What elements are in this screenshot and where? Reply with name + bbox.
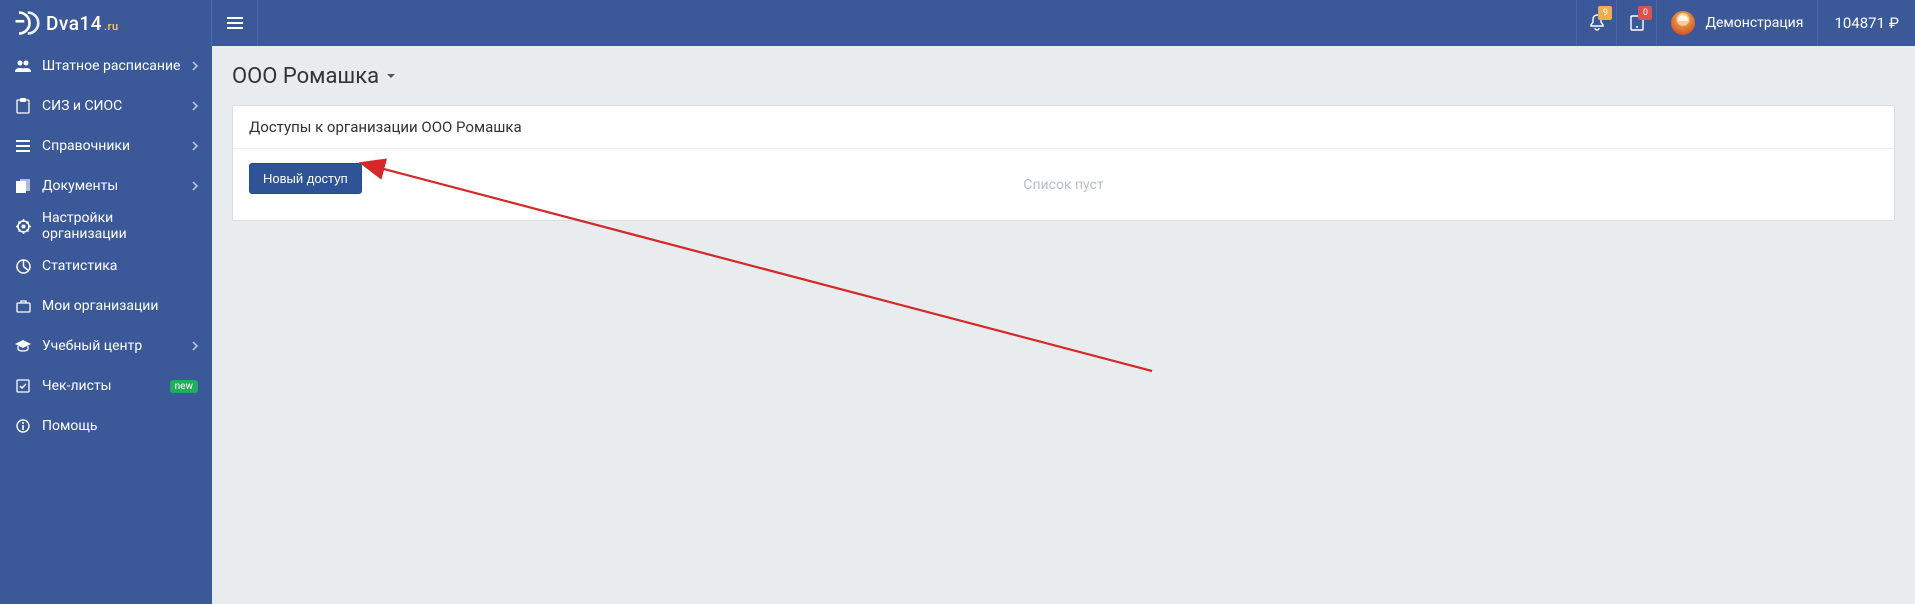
logo-icon: [12, 9, 40, 37]
sidebar-item-my-orgs[interactable]: Мои организации: [0, 286, 212, 326]
empty-list-text: Список пуст: [233, 177, 1894, 193]
sidebar-item-org-settings[interactable]: Настройки организации: [0, 206, 212, 246]
chevron-right-icon: [192, 141, 198, 151]
sidebar-item-help[interactable]: Помощь: [0, 406, 212, 446]
new-badge: new: [170, 380, 198, 393]
list-icon: [14, 137, 32, 155]
title-dropdown[interactable]: [387, 74, 395, 79]
sidebar-item-label: Статистика: [42, 258, 198, 274]
page-title: ООО Ромашка: [232, 64, 379, 89]
logo[interactable]: Dva14.ru: [0, 0, 212, 46]
sidebar-item-label: Мои организации: [42, 298, 198, 314]
sidebar: Штатное расписание СИЗ и СИОС Справочник…: [0, 46, 212, 604]
briefcase-icon: [14, 297, 32, 315]
card-body: Новый доступ Список пуст: [233, 149, 1894, 220]
documents-icon: [14, 177, 32, 195]
notifications-button[interactable]: 9: [1576, 0, 1616, 46]
notifications-badge: 9: [1598, 6, 1612, 20]
sidebar-item-label: Настройки организации: [42, 210, 198, 242]
sidebar-item-documents[interactable]: Документы: [0, 166, 212, 206]
sidebar-item-label: СИЗ и СИОС: [42, 98, 192, 114]
sidebar-item-label: Помощь: [42, 418, 198, 434]
hamburger-icon: [227, 17, 243, 29]
page-title-row: ООО Ромашка: [232, 64, 1895, 89]
users-icon: [14, 57, 32, 75]
balance-amount: 104871: [1834, 14, 1885, 32]
sidebar-item-staffing[interactable]: Штатное расписание: [0, 46, 212, 86]
chevron-right-icon: [192, 181, 198, 191]
sidebar-item-label: Справочники: [42, 138, 192, 154]
sidebar-item-label: Учебный центр: [42, 338, 192, 354]
nav-badge: 0: [1638, 6, 1652, 20]
sidebar-item-label: Штатное расписание: [42, 58, 192, 74]
nav-button[interactable]: 0: [1616, 0, 1656, 46]
caret-down-icon: [387, 74, 395, 79]
sidebar-item-checklists[interactable]: Чек-листы new: [0, 366, 212, 406]
avatar-icon: [1671, 11, 1695, 35]
sidebar-item-label: Чек-листы: [42, 378, 164, 394]
user-name: Демонстрация: [1705, 15, 1803, 31]
access-card: Доступы к организации ООО Ромашка Новый …: [232, 105, 1895, 221]
clipboard-icon: [14, 97, 32, 115]
info-icon: [14, 417, 32, 435]
ruble-icon: ₽: [1889, 14, 1899, 32]
sidebar-item-statistics[interactable]: Статистика: [0, 246, 212, 286]
sidebar-item-directories[interactable]: Справочники: [0, 126, 212, 166]
sidebar-item-training[interactable]: Учебный центр: [0, 326, 212, 366]
user-menu[interactable]: Демонстрация: [1656, 0, 1817, 46]
gear-icon: [14, 217, 32, 235]
chevron-right-icon: [192, 101, 198, 111]
sidebar-item-label: Документы: [42, 178, 192, 194]
sidebar-item-siz[interactable]: СИЗ и СИОС: [0, 86, 212, 126]
graduation-icon: [14, 337, 32, 355]
balance[interactable]: 104871₽: [1817, 0, 1915, 46]
logo-text: Dva14.ru: [46, 12, 119, 35]
content-area: ООО Ромашка Доступы к организации ООО Ро…: [212, 46, 1915, 604]
card-title: Доступы к организации ООО Ромашка: [233, 106, 1894, 149]
topbar: Dva14.ru 9 0 Демонстрация 104871₽: [0, 0, 1915, 46]
check-icon: [14, 377, 32, 395]
chevron-right-icon: [192, 61, 198, 71]
chevron-right-icon: [192, 341, 198, 351]
chart-icon: [14, 257, 32, 275]
menu-toggle-button[interactable]: [212, 0, 258, 46]
